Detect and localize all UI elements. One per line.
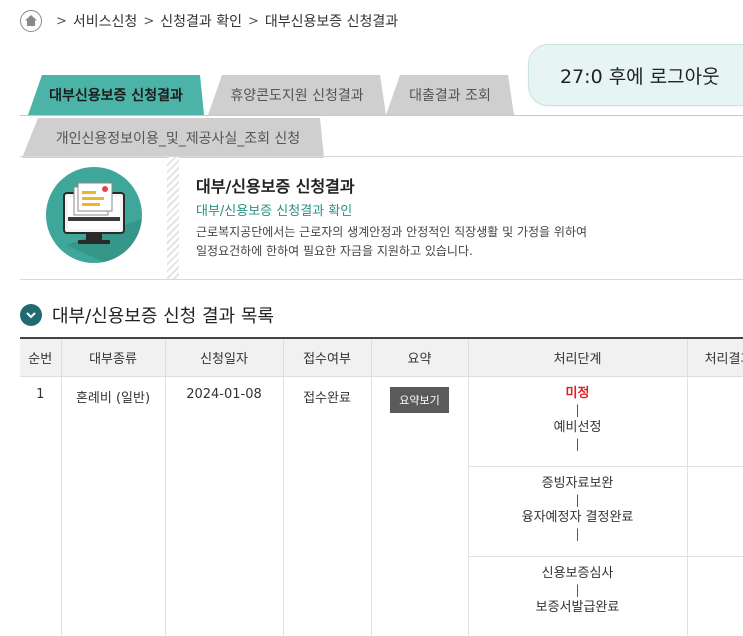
cell-receipt-status: 접수완료: [283, 376, 372, 636]
cell-loan-type: 혼례비 (일반): [61, 376, 166, 636]
stage-step-top: 신용보증심사: [541, 565, 614, 581]
info-title: 대부/신용보증 신청결과: [196, 177, 355, 196]
cell-result-1: [687, 376, 743, 467]
section-heading: 대부/신용보증 신청 결과 목록: [20, 302, 274, 328]
stage-divider: |: [575, 492, 580, 507]
table-header-row: 순번 대부종류 신청일자 접수여부 요약 처리단계 처리결과: [20, 337, 743, 377]
info-box: 대부/신용보증 신청결과 대부/신용보증 신청결과 확인 근로복지공단에서는 근…: [20, 156, 743, 280]
breadcrumb-separator: >: [247, 13, 259, 29]
stage-step-bottom: 예비선정: [553, 419, 602, 435]
info-description-line: 근로복지공단에서는 근로자의 생계안정과 안정적인 직장생활 및 가정을 위하여: [196, 225, 588, 239]
tab-loan-result-inquiry[interactable]: 대출결과 조회: [386, 75, 514, 115]
cell-apply-date: 2024-01-08: [165, 376, 284, 636]
tab-label: 대부신용보증 신청결과: [49, 88, 183, 104]
tab-label: 대출결과 조회: [409, 88, 491, 104]
cell-summary: 요약보기: [371, 376, 469, 636]
tab-label: 휴양콘도지원 신청결과: [230, 88, 364, 104]
cell-no: 1: [20, 376, 62, 636]
stage-step-top: 미정: [565, 385, 590, 401]
stage-divider: |: [575, 582, 580, 597]
cell-stage-3: 신용보증심사 | 보증서발급완료: [468, 556, 688, 636]
header-summary: 요약: [371, 337, 469, 377]
table-row: 1 혼례비 (일반) 2024-01-08 접수완료 요약보기 미정 | 예비선…: [20, 376, 743, 636]
stage-step-bottom: 보증서발급완료: [535, 599, 620, 615]
info-divider: [167, 157, 179, 279]
cell-stage-2: 증빙자료보완 | 융자예정자 결정완료 |: [468, 466, 688, 557]
breadcrumb: > 서비스신청 > 신청결과 확인 > 대부신용보증 신청결과: [20, 10, 398, 32]
tab-loan-guarantee-result[interactable]: 대부신용보증 신청결과: [28, 75, 204, 115]
info-subtitle: 대부/신용보증 신청결과 확인: [196, 204, 353, 219]
stage-divider: |: [575, 526, 580, 541]
chevron-down-icon: [20, 304, 42, 326]
stage-group: 증빙자료보완 | 융자예정자 결정완료 |: [469, 467, 687, 543]
breadcrumb-separator: >: [143, 13, 155, 29]
stage-step-top: 증빙자료보완: [541, 475, 614, 491]
breadcrumb-separator: >: [56, 13, 67, 29]
breadcrumb-item-result-check[interactable]: 신청결과 확인: [160, 11, 242, 31]
tab-condo-support-result[interactable]: 휴양콘도지원 신청결과: [208, 75, 386, 115]
stage-divider: |: [575, 402, 580, 417]
header-process-stage: 처리단계: [468, 337, 688, 377]
breadcrumb-item-service[interactable]: 서비스신청: [73, 11, 137, 31]
info-description: 근로복지공단에서는 근로자의 생계안정과 안정적인 직장생활 및 가정을 위하여…: [196, 223, 696, 261]
tab-baseline: [20, 115, 743, 116]
stage-step-bottom: 융자예정자 결정완료: [521, 509, 634, 525]
section-title: 대부/신용보증 신청 결과 목록: [52, 306, 274, 327]
cell-result-2: [687, 466, 743, 557]
logout-timer-text: 27:0 후에 로그아웃: [560, 65, 720, 88]
tab-credit-info-inquiry[interactable]: 개인신용정보이용_및_제공사실_조회 신청: [22, 118, 324, 158]
result-table: 순번 대부종류 신청일자 접수여부 요약 처리단계 처리결과 1 혼례비 (일반…: [20, 337, 743, 636]
logout-timer: 27:0 후에 로그아웃: [528, 44, 743, 106]
home-icon[interactable]: [20, 10, 42, 32]
header-loan-type: 대부종류: [61, 337, 166, 377]
breadcrumb-item-current: 대부신용보증 신청결과: [264, 14, 399, 30]
header-receipt-status: 접수여부: [283, 337, 372, 377]
info-description-line: 일정요건하에 한하여 필요한 자금을 지원하고 있습니다.: [196, 244, 473, 258]
summary-view-button[interactable]: 요약보기: [390, 386, 449, 413]
header-process-result: 처리결과: [687, 337, 743, 377]
cell-stage-1: 미정 | 예비선정 |: [468, 376, 688, 467]
tab-label: 개인신용정보이용_및_제공사실_조회 신청: [55, 131, 301, 147]
stage-divider: |: [575, 436, 580, 451]
stage-group: 미정 | 예비선정 |: [469, 377, 687, 453]
cell-result-3: [687, 556, 743, 636]
monitor-document-icon: [46, 167, 142, 263]
header-no: 순번: [20, 337, 62, 377]
header-apply-date: 신청일자: [165, 337, 284, 377]
stage-group: 신용보증심사 | 보증서발급완료: [469, 557, 687, 616]
